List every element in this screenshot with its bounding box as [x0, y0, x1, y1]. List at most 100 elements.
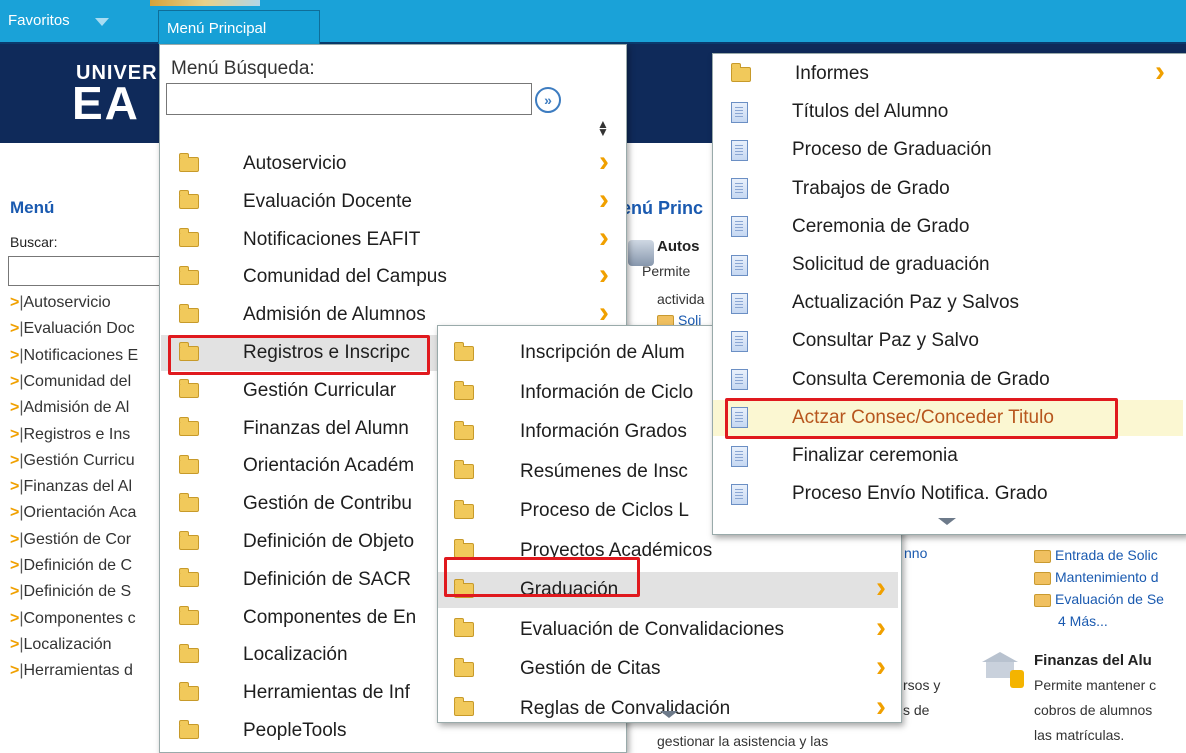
document-icon	[731, 216, 748, 238]
left-menu-item[interactable]: >|Herramientas d	[10, 662, 133, 680]
left-menu-item-label: Gestión de Cor	[23, 530, 132, 548]
left-menu-item[interactable]: >|Localización	[10, 636, 112, 654]
panel2-item-label: Gestión de Citas	[520, 658, 661, 679]
document-icon	[731, 139, 748, 161]
left-search-input[interactable]	[8, 256, 168, 286]
panel3-item[interactable]: Finalizar ceremonia	[713, 438, 1183, 474]
document-icon	[731, 254, 748, 276]
left-menu-item[interactable]: >|Autoservicio	[10, 294, 111, 312]
chevron-right-icon: >	[10, 425, 20, 443]
chevron-right-icon: >	[10, 478, 20, 496]
favorites-menu[interactable]: Favoritos	[8, 12, 70, 29]
folder-icon	[179, 379, 199, 399]
left-menu-item[interactable]: >|Finanzas del Al	[10, 478, 132, 496]
folder-icon	[454, 657, 474, 677]
left-menu-item[interactable]: >|Gestión Curricu	[10, 452, 135, 470]
panel3-item[interactable]: Títulos del Alumno	[713, 94, 1183, 130]
panel2-item-label: Información de Ciclo	[520, 381, 694, 403]
chevron-right-icon: >	[10, 583, 20, 601]
left-menu-item[interactable]: >|Orientación Aca	[10, 504, 136, 522]
document-icon	[731, 292, 748, 314]
left-menu-item-label: Comunidad del	[23, 372, 132, 390]
left-search-label: Buscar:	[10, 234, 58, 250]
folder-icon	[179, 303, 199, 323]
folder-icon	[1034, 571, 1051, 585]
left-menu-item[interactable]: >|Comunidad del	[10, 373, 131, 391]
panel1-item-label: Finanzas del Alumn	[243, 417, 409, 439]
panel1-item-label: Comunidad del Campus	[243, 266, 447, 288]
chevron-right-icon: >	[10, 294, 20, 311]
folder-icon	[179, 190, 199, 210]
panel2-item[interactable]: Gestión de Citas ›	[438, 651, 898, 687]
document-icon	[731, 445, 748, 467]
folder-icon	[179, 152, 199, 172]
link-entrada-solic[interactable]: Entrada de Solic	[1034, 547, 1158, 563]
document-icon	[731, 178, 748, 200]
menu-search-input[interactable]	[166, 83, 532, 115]
chevron-right-icon: >	[10, 662, 20, 680]
chevron-right-icon: ›	[599, 182, 609, 216]
left-menu-item-label: Admisión de Al	[23, 399, 130, 417]
finanzas-title[interactable]: Finanzas del Alu	[1034, 652, 1152, 669]
panel3-item[interactable]: Consulta Ceremonia de Grado	[713, 362, 1183, 398]
left-menu-item[interactable]: >|Gestión de Cor	[10, 531, 131, 549]
panel1-item-label: PeopleTools	[243, 720, 347, 741]
finanzas-desc-2: cobros de alumnos	[1034, 702, 1153, 718]
panel3-item[interactable]: Actualización Paz y Salvos	[713, 285, 1183, 321]
scroll-down-icon[interactable]	[660, 711, 678, 718]
folder-icon	[454, 381, 474, 400]
folder-icon	[179, 568, 199, 588]
folder-icon	[454, 697, 474, 716]
panel1-item[interactable]: Comunidad del Campus ›	[161, 259, 623, 295]
folder-icon	[454, 539, 474, 558]
link-evaluacion-se[interactable]: Evaluación de Se	[1034, 591, 1164, 607]
left-menu-item[interactable]: >|Definición de S	[10, 583, 131, 601]
left-menu-item[interactable]: >|Notificaciones E	[10, 347, 138, 365]
scroll-down-icon[interactable]	[938, 518, 956, 525]
chevron-right-icon: ›	[876, 689, 886, 723]
panel3-item[interactable]: Informes ›	[713, 56, 1183, 92]
panel1-item-label: Gestión Curricular	[243, 379, 397, 401]
folder-icon	[454, 420, 474, 440]
panel1-item[interactable]: Notificaciones EAFIT ›	[161, 222, 623, 258]
chevron-right-icon: >	[10, 451, 20, 469]
panel3-item[interactable]: Ceremonia de Grado	[713, 209, 1183, 245]
left-menu-item[interactable]: >|Registros e Ins	[10, 426, 130, 444]
left-menu-item[interactable]: >|Definición de C	[10, 557, 132, 575]
panel3-item-label: Consultar Paz y Salvo	[792, 330, 979, 352]
autoservicio-title[interactable]: Autos	[657, 238, 700, 255]
panel3-item[interactable]: Trabajos de Grado	[713, 171, 1183, 207]
panel3-item-label: Proceso de Graduación	[792, 139, 992, 161]
left-menu-item[interactable]: >|Admisión de Al	[10, 399, 129, 417]
top-decor-strip	[150, 0, 260, 6]
finanzas-desc-1: Permite mantener c	[1034, 677, 1157, 693]
panel3-item[interactable]: Consultar Paz y Salvo	[713, 323, 1183, 359]
panel3-item[interactable]: Proceso de Graduación	[713, 132, 1183, 168]
main-menu-label[interactable]: Menú Principal	[167, 20, 266, 37]
menu-search-go-icon[interactable]: »	[535, 87, 561, 113]
chevron-right-icon: >	[10, 504, 20, 522]
panel3-item-label: Consulta Ceremonia de Grado	[792, 368, 1050, 390]
left-menu-item-label: Definición de S	[23, 583, 132, 601]
left-menu-item[interactable]: >|Componentes c	[10, 610, 136, 628]
highlight-registros	[168, 335, 430, 375]
link-mantenimiento[interactable]: Mantenimiento d	[1034, 569, 1159, 585]
panel1-item[interactable]: Evaluación Docente ›	[161, 184, 623, 220]
panel1-item-label: Orientación Académ	[243, 455, 415, 477]
favorites-caret-icon[interactable]	[95, 18, 109, 26]
document-icon	[731, 101, 748, 123]
document-icon	[731, 330, 748, 352]
folder-icon	[179, 492, 199, 512]
panel2-item[interactable]: Reglas de Convalidación ›	[438, 691, 898, 727]
link-more[interactable]: 4 Más...	[1058, 613, 1108, 629]
left-menu-item[interactable]: >|Evaluación Doc	[10, 320, 135, 338]
panel1-item[interactable]: Autoservicio ›	[161, 146, 623, 182]
chevron-right-icon: ›	[876, 650, 886, 683]
sort-icon[interactable]: ▲ ▼	[597, 118, 609, 138]
panel2-item[interactable]: Evaluación de Convalidaciones ›	[438, 612, 898, 648]
panel3-item[interactable]: Solicitud de graduación	[713, 247, 1183, 283]
folder-icon	[179, 643, 199, 663]
panel3-item-label: Títulos del Alumno	[792, 101, 949, 123]
panel1-item-label: Admisión de Alumnos	[243, 304, 426, 326]
panel3-item[interactable]: Proceso Envío Notifica. Grado	[713, 476, 1183, 512]
